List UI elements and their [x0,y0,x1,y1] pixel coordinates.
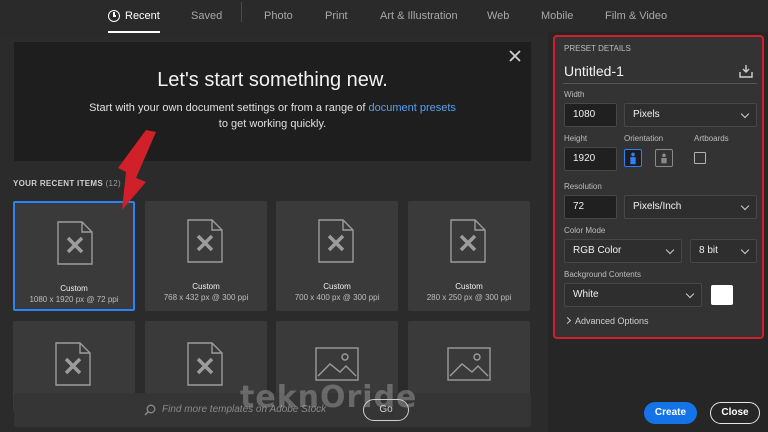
preset-details-panel: PRESET DETAILS Untitled-1 Width 1080 Pix… [553,35,764,339]
tab-web[interactable]: Web [487,4,509,28]
recent-item-name: Custom [192,282,220,291]
red-arrow-annotation [118,130,156,210]
recent-items-label: YOUR RECENT ITEMS (12) [13,179,121,188]
banner-text: Start with your own document settings or… [89,102,369,114]
resolution-input[interactable]: 72 [564,195,617,219]
advanced-options-label: Advanced Options [575,316,649,326]
tab-art-label: Art & Illustration [380,10,458,22]
tab-divider [241,2,242,22]
banner-title: Let's start something new. [157,69,388,91]
create-button[interactable]: Create [644,402,697,424]
image-icon [447,347,491,381]
tab-recent[interactable]: Recent [108,4,160,33]
document-icon [450,219,486,263]
width-unit-value: Pixels [633,109,660,120]
chevron-down-icon [740,245,750,255]
advanced-options-toggle[interactable]: Advanced Options [563,316,649,326]
bit-depth-value: 8 bit [699,245,718,256]
document-icon [55,342,91,386]
tab-print[interactable]: Print [325,4,348,28]
document-icon [187,219,223,263]
document-icon [318,219,354,263]
recent-item-dims: 700 x 400 px @ 300 ppi [294,293,380,302]
color-mode-label: Color Mode [564,226,606,235]
artboards-label: Artboards [694,134,729,143]
recent-item-name: Custom [455,282,483,291]
close-button[interactable]: Close [710,402,760,424]
landscape-orientation-icon[interactable] [655,149,673,167]
save-preset-icon[interactable] [739,64,753,78]
portrait-orientation-icon[interactable] [624,149,642,167]
recent-item-dims: 768 x 432 px @ 300 ppi [163,293,249,302]
document-presets-link[interactable]: document presets [368,102,455,114]
chevron-down-icon [740,109,750,119]
document-name-input[interactable]: Untitled-1 [564,63,624,79]
document-name-underline [563,83,757,84]
color-mode-select[interactable]: RGB Color [564,239,682,263]
top-tab-bar: Recent Saved Photo Print Art & Illustrat… [0,0,768,34]
recent-item-card[interactable]: Custom 280 x 250 px @ 300 ppi [408,201,530,311]
recent-item-card[interactable]: Custom 1080 x 1920 px @ 72 ppi [13,201,135,311]
tab-recent-label: Recent [125,10,160,22]
chevron-down-icon [665,245,675,255]
tab-print-label: Print [325,10,348,22]
tab-mobile-label: Mobile [541,10,574,22]
close-icon[interactable] [507,46,523,66]
recent-item-dims: 280 x 250 px @ 300 ppi [426,293,512,302]
resolution-unit-value: Pixels/Inch [633,201,682,212]
tab-film-label: Film & Video [605,10,668,22]
background-color-swatch[interactable] [711,285,733,305]
welcome-banner: Let's start something new. Start with yo… [14,42,531,161]
background-contents-value: White [573,289,599,300]
tab-saved-label: Saved [191,10,223,22]
recent-items-title: YOUR RECENT ITEMS [13,179,103,188]
tab-saved[interactable]: Saved [191,4,222,28]
recent-item-card[interactable]: Custom 700 x 400 px @ 300 ppi [276,201,398,311]
width-unit-select[interactable]: Pixels [624,103,757,127]
tab-photo[interactable]: Photo [264,4,293,28]
preset-details-header: PRESET DETAILS [564,44,631,53]
bit-depth-select[interactable]: 8 bit [690,239,757,263]
clock-icon [108,10,120,22]
width-input[interactable]: 1080 [564,103,617,127]
chevron-right-icon [563,316,572,325]
tab-photo-label: Photo [264,10,293,22]
resolution-label: Resolution [564,182,602,191]
height-label: Height [564,134,588,143]
recent-item-dims: 1080 x 1920 px @ 72 ppi [29,295,119,304]
width-label: Width [564,90,585,99]
resolution-unit-select[interactable]: Pixels/Inch [624,195,757,219]
height-input[interactable]: 1920 [564,147,617,171]
artboards-checkbox[interactable] [694,152,706,164]
background-contents-label: Background Contents [564,270,641,279]
recent-item-name: Custom [323,282,351,291]
tab-art-illustration[interactable]: Art & Illustration [380,4,458,28]
orientation-label: Orientation [624,134,664,143]
chevron-down-icon [740,201,750,211]
search-icon [144,404,156,416]
document-icon [187,342,223,386]
tab-mobile[interactable]: Mobile [541,4,573,28]
banner-text-line2: to get working quickly. [218,118,327,130]
recent-item-name: Custom [60,284,88,293]
tab-film-video[interactable]: Film & Video [605,4,667,28]
banner-subtitle: Start with your own document settings or… [14,100,531,132]
document-icon [57,221,93,265]
chevron-down-icon [685,289,695,299]
watermark-logo: teknOride [240,380,418,415]
background-contents-select[interactable]: White [564,283,702,307]
recent-item-card[interactable]: Custom 768 x 432 px @ 300 ppi [145,201,267,311]
tab-web-label: Web [487,10,510,22]
color-mode-value: RGB Color [573,245,622,256]
